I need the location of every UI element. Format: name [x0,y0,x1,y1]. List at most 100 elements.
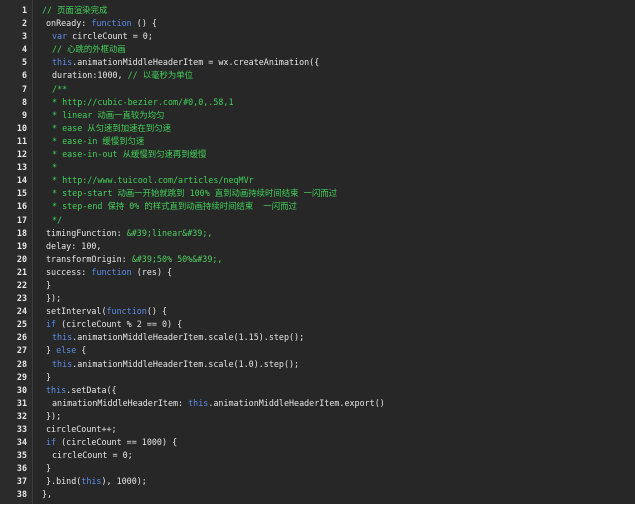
code-text[interactable]: if (circleCount % 2 == 0) { [46,318,182,331]
code-token-kw: if [46,437,57,448]
code-line[interactable]: 16 * step-end 保持 0% 的样式直到动画持续时间结束 一闪而过 [0,200,635,213]
code-text[interactable]: animationMiddleHeaderItem: this.animatio… [52,397,385,410]
code-token-plain: (circleCount == 1000) { [56,437,178,448]
code-line[interactable]: 23}); [0,292,635,305]
line-number: 22 [16,279,27,290]
code-token-comment: * http://cubic-bezier.com/#0,0,.58,1 [52,96,234,107]
code-text[interactable]: } [46,462,51,475]
code-line[interactable]: 17 */ [0,214,635,227]
code-text[interactable]: delay: 100, [46,240,101,253]
code-line[interactable]: 26 this.animationMiddleHeaderItem.scale(1… [0,331,635,344]
code-line[interactable]: 19 delay: 100, [0,240,635,253]
code-line[interactable]: 14 * http://www.tuicool.com/articles/neqM… [0,174,635,187]
line-number: 32 [16,410,27,421]
code-token-plain: animationMiddleHeaderItem: [52,397,189,408]
line-number: 28 [16,358,27,369]
code-token-plain: } [46,345,57,356]
code-line[interactable]: 7 /** [0,83,635,96]
code-text[interactable]: circleCount++; [46,423,117,436]
code-text[interactable]: transformOrigin: &#39;50% 50%&#39;, [46,253,222,266]
code-line[interactable]: 10 * ease 从匀速到加速在到匀速 [0,122,635,135]
code-line[interactable]: 30 this.setData({ [0,384,635,397]
code-text[interactable]: } [46,371,51,384]
code-text[interactable]: * linear 动画一直较为均匀 [52,109,164,122]
code-line[interactable]: 3 var circleCount = 0; [0,30,635,43]
code-line[interactable]: 35 circleCount = 0; [0,449,635,462]
code-token-plain: circleCount = 0; [67,31,153,42]
code-text[interactable]: }, [42,488,52,501]
code-line[interactable]: 37}.bind(this), 1000); [0,475,635,488]
code-text[interactable]: }); [46,292,61,305]
code-line[interactable]: 21 success: function (res) { [0,266,635,279]
code-token-kw: function [106,306,147,317]
code-text[interactable]: */ [52,214,62,227]
code-line[interactable]: 11 * ease-in 缓慢到匀速 [0,135,635,148]
code-line[interactable]: 38}, [0,488,635,501]
code-text[interactable]: this.setData({ [46,384,117,397]
code-text[interactable]: this.animationMiddleHeaderItem.scale(1.0… [52,358,299,371]
code-text[interactable]: onReady: function () { [46,17,157,30]
code-text[interactable]: this.animationMiddleHeaderItem.scale(1.1… [52,331,304,344]
code-text[interactable]: * step-end 保持 0% 的样式直到动画持续时间结束 一闪而过 [52,200,297,213]
code-line[interactable]: 24 setInterval(function() { [0,305,635,318]
code-line[interactable]: 5 this.animationMiddleHeaderItem = wx.cre… [0,56,635,69]
code-line[interactable]: 20 transformOrigin: &#39;50% 50%&#39;, [0,253,635,266]
code-text[interactable]: * ease-in-out 从缓慢到匀速再到缓慢 [52,148,206,161]
line-number: 11 [16,135,27,146]
code-area[interactable]: 1 // 页面渲染完成 2 onReady: function () {3 var ci… [0,4,635,502]
code-token-kw: this [81,476,102,487]
code-line[interactable]: 28 this.animationMiddleHeaderItem.scale(1… [0,358,635,371]
code-token-kw: if [46,319,57,330]
code-text[interactable]: success: function (res) { [46,266,172,279]
code-text[interactable]: }); [46,410,61,423]
code-text[interactable]: }.bind(this), 1000); [46,475,147,488]
code-line[interactable]: 15 * step-start 动画一开始就跳到 100% 直到动画持续时间结束 … [0,187,635,200]
code-text[interactable]: } [46,279,51,292]
code-token-plain: .animationMiddleHeaderItem.export() [208,397,385,408]
code-text[interactable]: } else { [46,344,86,357]
code-line[interactable]: 2 onReady: function () { [0,17,635,30]
code-text[interactable]: circleCount = 0; [52,449,133,462]
code-text[interactable]: * ease-in 缓慢到匀速 [52,135,144,148]
code-text[interactable]: var circleCount = 0; [52,30,153,43]
code-line[interactable]: 29} [0,371,635,384]
code-line[interactable]: 8 * http://cubic-bezier.com/#0,0,.58,1 [0,96,635,109]
code-line[interactable]: 33 circleCount++; [0,423,635,436]
code-text[interactable]: duration:1000, // 以毫秒为单位 [52,69,193,82]
code-token-comment: // 以毫秒为单位 [127,70,194,81]
code-text[interactable]: setInterval(function() { [46,305,167,318]
code-token-plain: { [76,345,87,356]
code-line[interactable]: 22} [0,279,635,292]
code-line[interactable]: 9 * linear 动画一直较为均匀 [0,109,635,122]
code-text[interactable]: * http://cubic-bezier.com/#0,0,.58,1 [52,96,234,109]
line-number: 35 [16,450,27,461]
code-line[interactable]: 25 if (circleCount % 2 == 0) { [0,318,635,331]
code-line[interactable]: 31 animationMiddleHeaderItem: this.animat… [0,397,635,410]
code-line[interactable]: 32}); [0,410,635,423]
code-text[interactable]: // 页面渲染完成 [42,4,107,17]
code-text[interactable]: * http://www.tuicool.com/articles/neqMVr [52,174,254,187]
line-number: 29 [16,371,27,382]
code-token-comment: /** [52,83,68,94]
code-token-kw: function [91,18,132,29]
code-text[interactable]: if (circleCount == 1000) { [46,436,177,449]
code-line[interactable]: 1 // 页面渲染完成 [0,4,635,17]
line-number: 27 [16,345,27,356]
code-token-plain: }.bind( [46,476,82,487]
code-line[interactable]: 18 timingFunction: &#39;linear&#39;, [0,227,635,240]
code-line[interactable]: 12 * ease-in-out 从缓慢到匀速再到缓慢 [0,148,635,161]
code-line[interactable]: 27 } else { [0,344,635,357]
code-editor[interactable]: 1 // 页面渲染完成 2 onReady: function () {3 var ci… [0,0,635,504]
code-text[interactable]: /** [52,83,67,96]
code-line[interactable]: 34 if (circleCount == 1000) { [0,436,635,449]
code-text[interactable]: timingFunction: &#39;linear&#39;, [46,227,212,240]
code-text[interactable]: * step-start 动画一开始就跳到 100% 直到动画持续时间结束 一闪… [52,187,337,200]
code-line[interactable]: 36} [0,462,635,475]
code-text[interactable]: * [52,161,57,174]
code-text[interactable]: // 心跳的外框动画 [52,43,126,56]
code-line[interactable]: 13 * [0,161,635,174]
code-line[interactable]: 4 // 心跳的外框动画 [0,43,635,56]
code-text[interactable]: * ease 从匀速到加速在到匀速 [52,122,171,135]
code-text[interactable]: this.animationMiddleHeaderItem = wx.crea… [52,56,319,69]
code-line[interactable]: 6 duration:1000, // 以毫秒为单位 [0,69,635,82]
